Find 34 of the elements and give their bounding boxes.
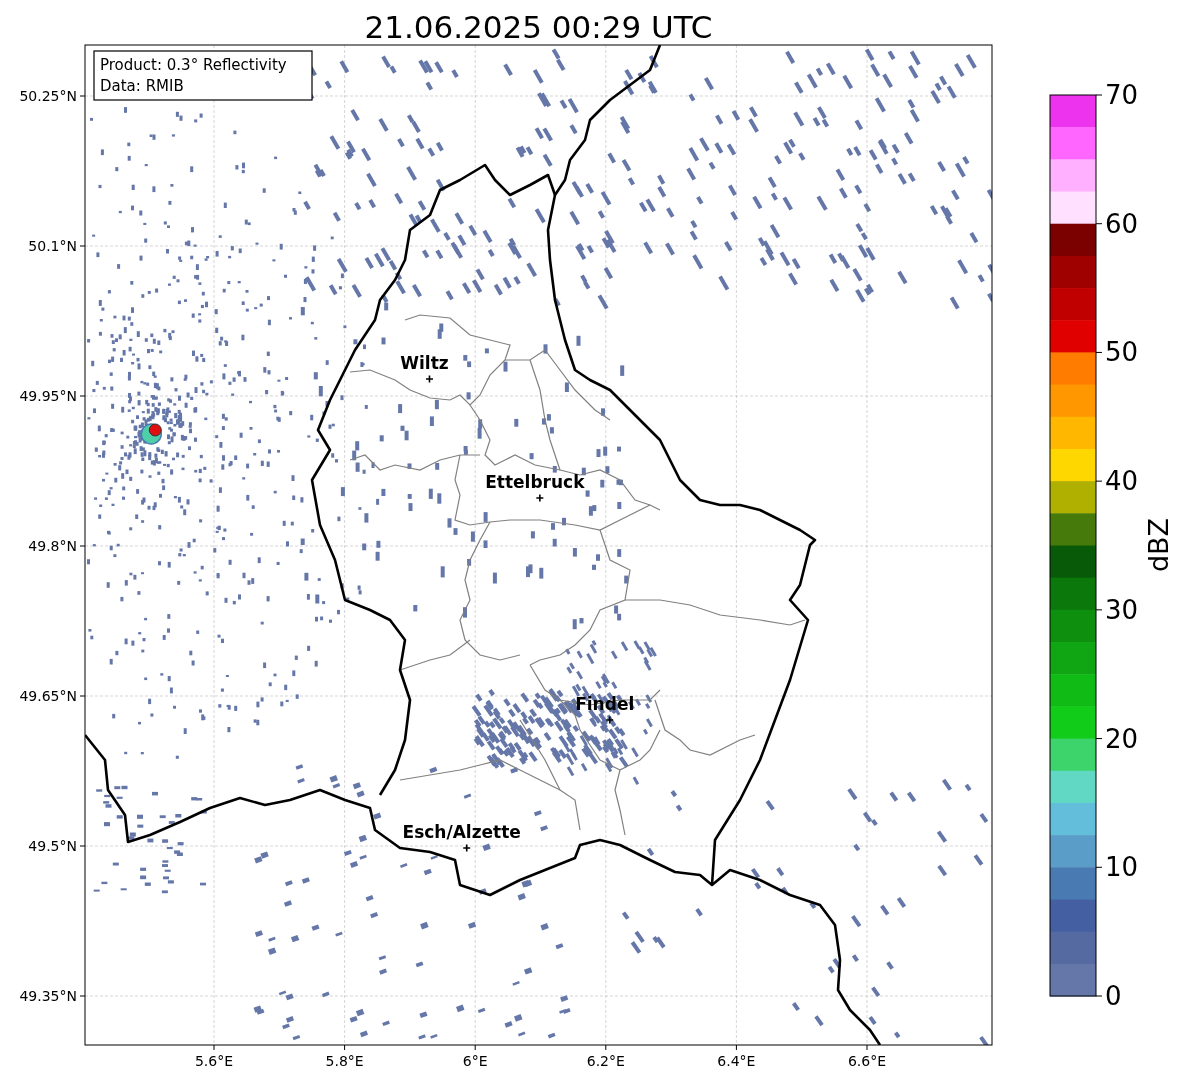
axis-tick-label: 49.5°N <box>28 838 77 854</box>
axis-tick-label: 6.2°E <box>586 1053 625 1069</box>
axis-tick-label: 6.4°E <box>717 1053 756 1069</box>
colorbar-tick-label: 10 <box>1105 852 1139 883</box>
axis-tick-label: 49.65°N <box>19 688 77 704</box>
city-marker-icon <box>605 715 614 725</box>
city-label: Esch/Alzette <box>402 822 521 842</box>
axis-tick-label: 6°E <box>462 1053 488 1069</box>
colorbar-label: dBZ <box>1143 517 1174 573</box>
city-label: Findel <box>575 694 635 714</box>
city-marker-icon <box>535 493 545 503</box>
axis-tick-label: 49.35°N <box>19 988 77 1004</box>
colorbar-tick-label: 70 <box>1105 80 1139 110</box>
city-label: Wiltz <box>400 353 449 373</box>
colorbar-tick-label: 20 <box>1105 723 1139 754</box>
colorbar-tick-label: 40 <box>1105 466 1139 497</box>
axis-tick-label: 49.95°N <box>19 388 77 404</box>
info-text: Product: 0.3° Reflectivity <box>100 56 287 74</box>
city-label: Ettelbruck <box>485 472 585 492</box>
axis-tick-label: 50.1°N <box>28 238 77 254</box>
info-text: Data: RMIB <box>100 77 184 95</box>
axis-tick-label: 5.6°E <box>194 1053 234 1069</box>
axis-tick-label: 49.8°N <box>28 538 77 554</box>
axis-tick-label: 50.25°N <box>19 88 77 104</box>
colorbar-tick-label: 0 <box>1105 981 1122 1011</box>
colorbar-tick-label: 50 <box>1105 337 1139 368</box>
axis-tick-label: 5.8°E <box>325 1053 364 1069</box>
chart-title: 21.06.2025 00:29 UTC <box>364 9 713 45</box>
radar-site-icon <box>148 423 162 437</box>
axis-tick-label: 6.6°E <box>847 1053 887 1069</box>
colorbar-tick-label: 30 <box>1105 594 1139 625</box>
city-marker-icon <box>425 374 434 384</box>
city-marker-icon <box>462 843 471 853</box>
colorbar-tick-label: 60 <box>1105 208 1139 239</box>
